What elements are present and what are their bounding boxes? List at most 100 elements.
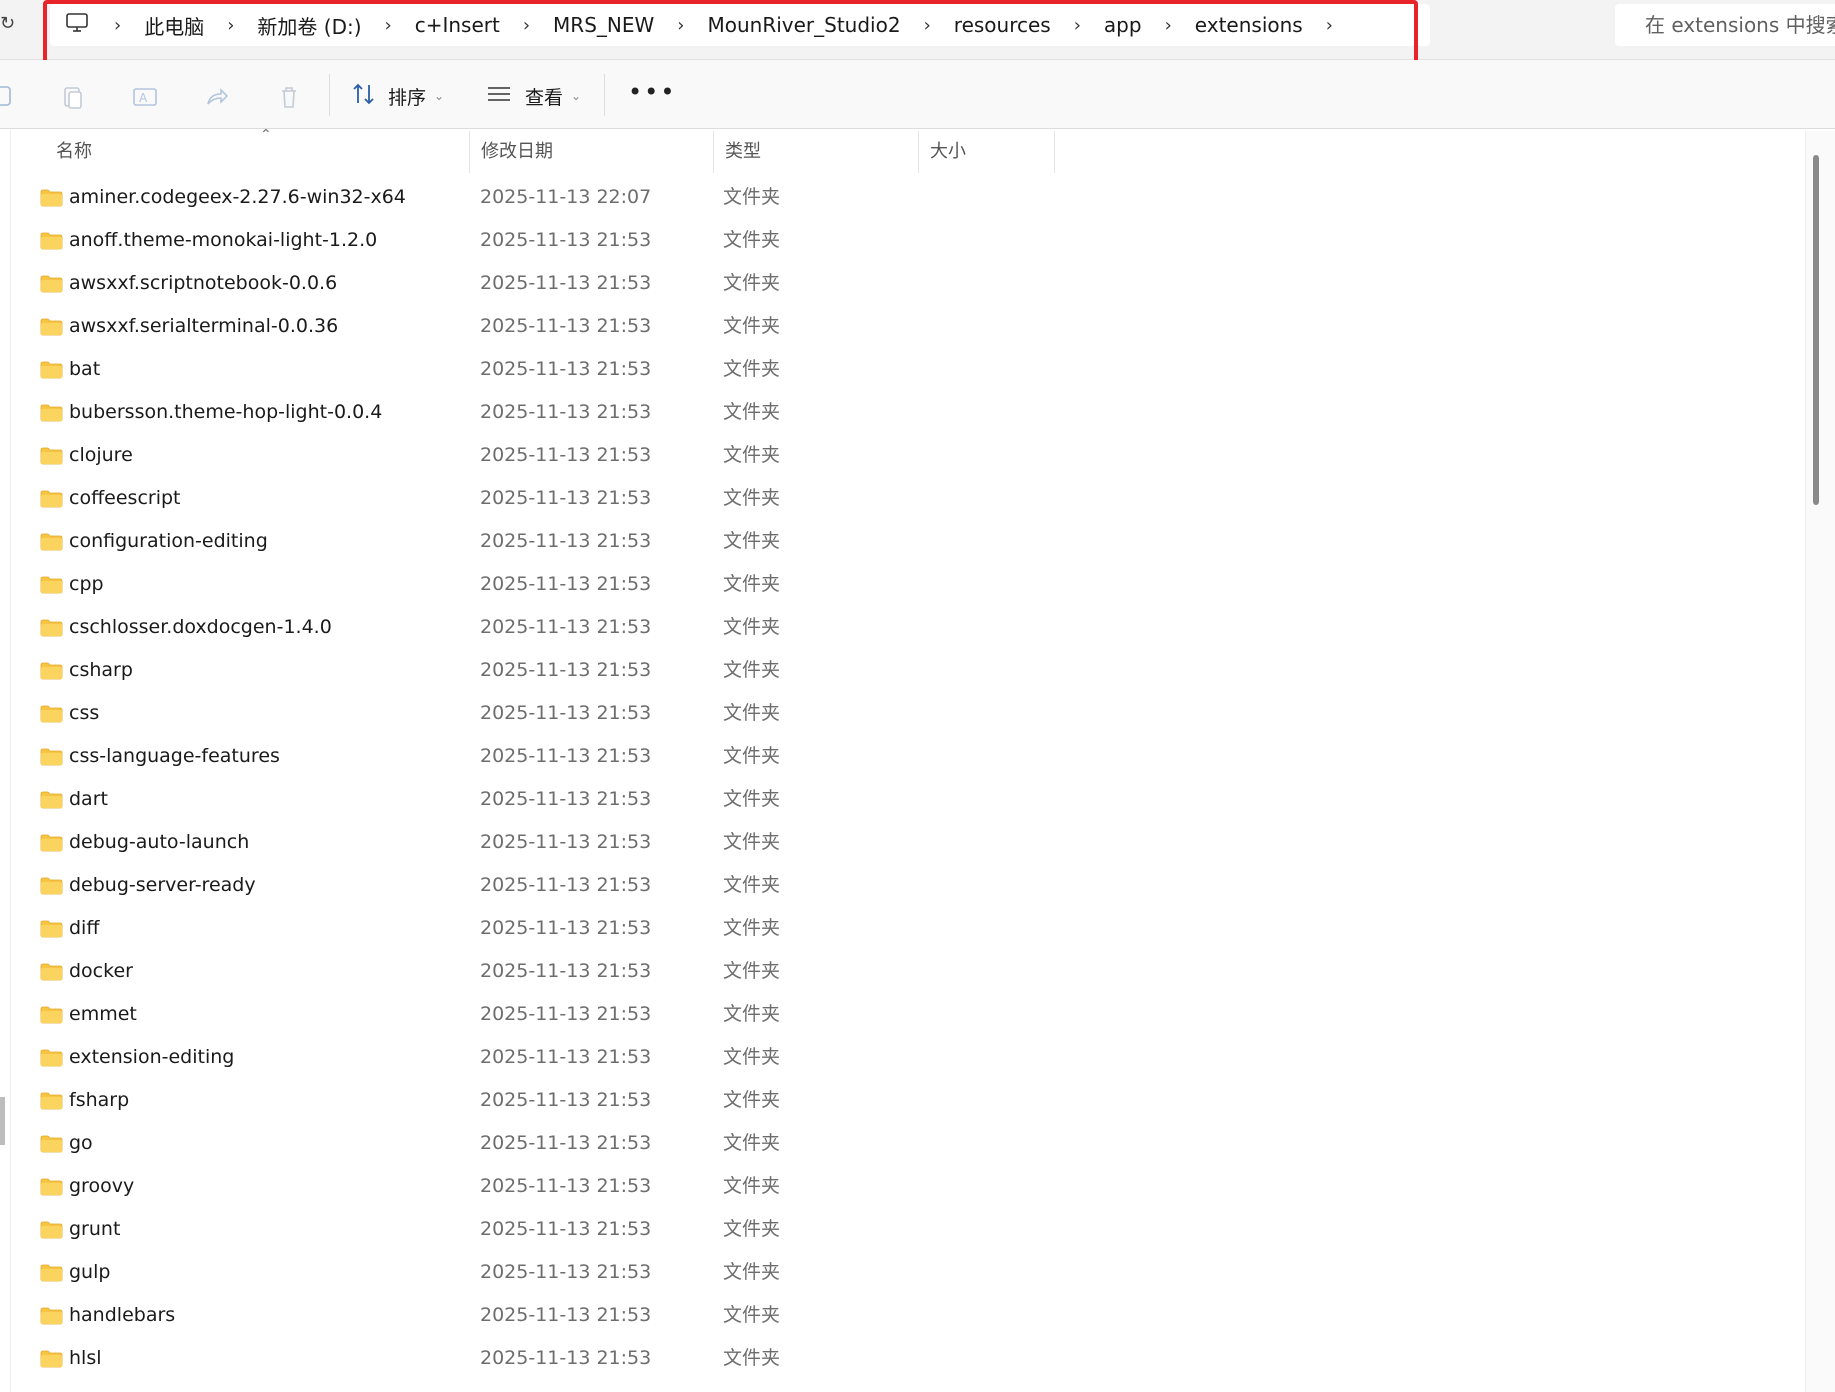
view-button[interactable]: 查看 ⌄ (487, 78, 581, 114)
file-name[interactable]: awsxxf.serialterminal-0.0.36 (69, 305, 338, 348)
file-name[interactable]: fsharp (69, 1079, 129, 1122)
breadcrumb-this-pc[interactable]: 此电脑 (141, 11, 207, 40)
file-name[interactable]: coffeescript (69, 477, 181, 520)
column-header-size[interactable]: 大小 (920, 131, 1055, 173)
file-row[interactable]: docker 2025-11-13 21:53 文件夹 (10, 950, 1050, 993)
chevron-right-icon[interactable]: › (1326, 15, 1333, 36)
file-name[interactable]: aminer.codegeex-2.27.6-win32-x64 (69, 176, 406, 219)
file-name[interactable]: debug-server-ready (69, 864, 256, 907)
file-name[interactable]: clojure (69, 434, 133, 477)
breadcrumb-resources[interactable]: resources (951, 13, 1054, 37)
file-name[interactable]: debug-auto-launch (69, 821, 249, 864)
breadcrumb-extensions[interactable]: extensions (1192, 13, 1306, 37)
chevron-right-icon[interactable]: › (677, 15, 684, 36)
file-name[interactable]: go (69, 1122, 93, 1165)
file-row[interactable]: debug-server-ready 2025-11-13 21:53 文件夹 (10, 864, 1050, 907)
file-name[interactable]: cpp (69, 563, 104, 606)
breadcrumb[interactable]: › 此电脑 › 新加卷 (D:) › c+Insert › MRS_NEW › … (50, 4, 1430, 46)
delete-icon[interactable] (276, 84, 302, 110)
file-row[interactable]: clojure 2025-11-13 21:53 文件夹 (10, 434, 1050, 477)
file-name[interactable]: docker (69, 950, 133, 993)
file-row[interactable]: awsxxf.scriptnotebook-0.0.6 2025-11-13 21… (10, 262, 1050, 305)
chevron-right-icon[interactable]: › (114, 15, 121, 36)
folder-icon (40, 1307, 63, 1325)
breadcrumb-app[interactable]: app (1101, 13, 1145, 37)
file-row[interactable]: grunt 2025-11-13 21:53 文件夹 (10, 1208, 1050, 1251)
file-row[interactable]: debug-auto-launch 2025-11-13 21:53 文件夹 (10, 821, 1050, 864)
search-input[interactable]: 在 extensions 中搜索 (1615, 4, 1835, 46)
file-name[interactable]: grunt (69, 1208, 120, 1251)
file-row[interactable]: csharp 2025-11-13 21:53 文件夹 (10, 649, 1050, 692)
column-header-date[interactable]: 修改日期 (471, 131, 714, 173)
file-row[interactable]: hlsl 2025-11-13 21:53 文件夹 (10, 1337, 1050, 1380)
file-row[interactable]: bubersson.theme-hop-light-0.0.4 2025-11-1… (10, 391, 1050, 434)
file-type: 文件夹 (723, 702, 781, 724)
file-name[interactable]: gulp (69, 1251, 110, 1294)
column-header-type[interactable]: 类型 (715, 131, 919, 173)
file-name[interactable]: handlebars (69, 1294, 175, 1337)
file-row[interactable]: gulp 2025-11-13 21:53 文件夹 (10, 1251, 1050, 1294)
chevron-right-icon[interactable]: › (924, 15, 931, 36)
new-icon[interactable] (0, 84, 26, 110)
file-date: 2025-11-13 21:53 (480, 1218, 652, 1240)
file-name[interactable]: bubersson.theme-hop-light-0.0.4 (69, 391, 382, 434)
file-row[interactable]: coffeescript 2025-11-13 21:53 文件夹 (10, 477, 1050, 520)
file-name[interactable]: extension-editing (69, 1036, 234, 1079)
breadcrumb-drive-d[interactable]: 新加卷 (D:) (254, 11, 364, 40)
file-name[interactable]: css (69, 692, 99, 735)
file-name[interactable]: awsxxf.scriptnotebook-0.0.6 (69, 262, 337, 305)
folder-icon (40, 1350, 63, 1368)
file-row[interactable]: aminer.codegeex-2.27.6-win32-x64 2025-11-… (10, 176, 1050, 219)
vertical-scrollbar[interactable] (1805, 131, 1835, 1392)
file-name[interactable]: emmet (69, 993, 137, 1036)
file-row[interactable]: emmet 2025-11-13 21:53 文件夹 (10, 993, 1050, 1036)
sort-button[interactable]: 排序 ⌄ (352, 78, 444, 114)
refresh-icon[interactable]: ↻ (0, 14, 15, 34)
nav-pane-scroll-marker (0, 1097, 5, 1145)
file-row[interactable]: handlebars 2025-11-13 21:53 文件夹 (10, 1294, 1050, 1337)
file-row[interactable]: anoff.theme-monokai-light-1.2.0 2025-11-1… (10, 219, 1050, 262)
file-name[interactable]: hlsl (69, 1337, 102, 1380)
chevron-right-icon[interactable]: › (1165, 15, 1172, 36)
file-row[interactable]: diff 2025-11-13 21:53 文件夹 (10, 907, 1050, 950)
this-pc-icon[interactable] (66, 12, 88, 38)
scrollbar-thumb[interactable] (1813, 155, 1819, 505)
chevron-right-icon[interactable]: › (385, 15, 392, 36)
breadcrumb-mrs-new[interactable]: MRS_NEW (550, 13, 657, 37)
file-row[interactable]: fsharp 2025-11-13 21:53 文件夹 (10, 1079, 1050, 1122)
file-name[interactable]: groovy (69, 1165, 134, 1208)
file-name[interactable]: csharp (69, 649, 133, 692)
folder-icon (40, 189, 63, 207)
breadcrumb-mounriver-studio2[interactable]: MounRiver_Studio2 (704, 13, 903, 37)
chevron-right-icon[interactable]: › (227, 15, 234, 36)
file-row[interactable]: configuration-editing 2025-11-13 21:53 文件夹 (10, 520, 1050, 563)
copy-icon[interactable] (60, 84, 86, 110)
file-row[interactable]: cschlosser.doxdocgen-1.4.0 2025-11-13 21:… (10, 606, 1050, 649)
column-header-name[interactable]: 名称 (10, 131, 470, 173)
folder-icon (40, 619, 63, 637)
file-row[interactable]: bat 2025-11-13 21:53 文件夹 (10, 348, 1050, 391)
file-row[interactable]: css 2025-11-13 21:53 文件夹 (10, 692, 1050, 735)
more-options-button[interactable]: ••• (628, 78, 676, 106)
file-name[interactable]: dart (69, 778, 108, 821)
file-row[interactable]: cpp 2025-11-13 21:53 文件夹 (10, 563, 1050, 606)
file-name[interactable]: diff (69, 907, 99, 950)
share-icon[interactable] (204, 84, 230, 110)
file-name[interactable]: configuration-editing (69, 520, 268, 563)
file-type: 文件夹 (723, 960, 781, 982)
file-row[interactable]: groovy 2025-11-13 21:53 文件夹 (10, 1165, 1050, 1208)
file-row[interactable]: css-language-features 2025-11-13 21:53 文件夹 (10, 735, 1050, 778)
file-row[interactable]: extension-editing 2025-11-13 21:53 文件夹 (10, 1036, 1050, 1079)
file-row[interactable]: awsxxf.serialterminal-0.0.36 2025-11-13 2… (10, 305, 1050, 348)
view-label: 查看 (525, 86, 564, 109)
rename-icon[interactable]: A (132, 84, 158, 110)
breadcrumb-c-insert[interactable]: c+Insert (412, 13, 503, 37)
file-row[interactable]: go 2025-11-13 21:53 文件夹 (10, 1122, 1050, 1165)
file-name[interactable]: css-language-features (69, 735, 280, 778)
chevron-right-icon[interactable]: › (1074, 15, 1081, 36)
file-row[interactable]: dart 2025-11-13 21:53 文件夹 (10, 778, 1050, 821)
file-name[interactable]: cschlosser.doxdocgen-1.4.0 (69, 606, 332, 649)
file-name[interactable]: anoff.theme-monokai-light-1.2.0 (69, 219, 377, 262)
chevron-right-icon[interactable]: › (523, 15, 530, 36)
file-name[interactable]: bat (69, 348, 100, 391)
